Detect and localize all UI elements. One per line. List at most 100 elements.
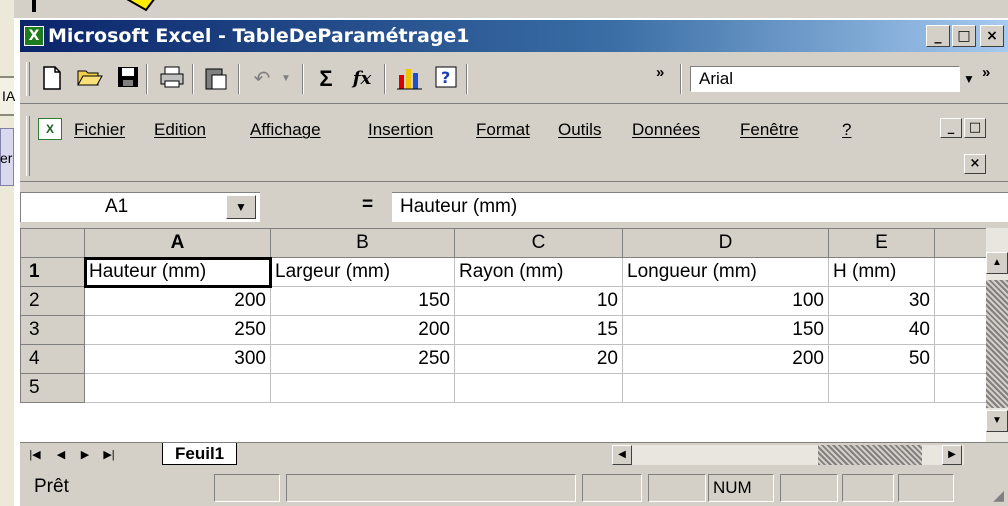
horizontal-scroll-thumb[interactable] (818, 445, 922, 465)
cell-f4[interactable] (934, 344, 987, 374)
prev-sheet-icon[interactable]: ◀ (52, 445, 70, 465)
cell-e2[interactable]: 30 (828, 286, 935, 316)
workbook-icon[interactable]: X (38, 118, 62, 140)
next-sheet-icon[interactable]: ▶ (76, 445, 94, 465)
save-icon[interactable] (114, 65, 142, 93)
cell-c3[interactable]: 15 (454, 315, 623, 345)
font-dropdown-icon[interactable]: ▼ (960, 66, 978, 92)
cell-e4[interactable]: 50 (828, 344, 935, 374)
cell-f3[interactable] (934, 315, 987, 345)
row-header[interactable]: 5 (20, 373, 85, 403)
font-name-field[interactable]: Arial (690, 66, 960, 92)
cell-f5[interactable] (934, 373, 987, 403)
toolbar-more-chevron-icon[interactable]: » (656, 64, 664, 81)
column-header-b[interactable]: B (270, 228, 455, 258)
vertical-scroll-thumb[interactable] (986, 280, 1008, 408)
cell-c1[interactable]: Rayon (mm) (454, 257, 623, 287)
row-header[interactable]: 1 (20, 257, 85, 287)
new-document-icon[interactable] (38, 65, 66, 93)
cell-b5[interactable] (270, 373, 455, 403)
toolbar-separator (302, 64, 304, 94)
maximize-button[interactable]: □ (952, 25, 976, 47)
cell-d2[interactable]: 100 (622, 286, 829, 316)
vertical-scrollbar[interactable]: ▲ ▼ (986, 228, 1008, 442)
cell-f1[interactable] (934, 257, 987, 287)
menu-edition[interactable]: Edition (154, 120, 206, 140)
column-header-d[interactable]: D (622, 228, 829, 258)
scroll-down-icon[interactable]: ▼ (986, 410, 1008, 432)
menu-affichage[interactable]: Affichage (250, 120, 321, 140)
workbook-minimize-button[interactable]: _ (940, 118, 962, 138)
cell-a2[interactable]: 200 (84, 286, 271, 316)
minimize-button[interactable]: _ (926, 25, 950, 47)
title-bar[interactable]: X Microsoft Excel - TableDeParamétrage1 … (20, 20, 1008, 52)
row-header[interactable]: 4 (20, 344, 85, 374)
cell-b3[interactable]: 200 (270, 315, 455, 345)
cell-e3[interactable]: 40 (828, 315, 935, 345)
formula-input[interactable]: Hauteur (mm) (392, 192, 1008, 222)
toolbar-grip[interactable] (26, 62, 30, 96)
cell-d4[interactable]: 200 (622, 344, 829, 374)
menu-help[interactable]: ? (842, 120, 851, 140)
cell-a3[interactable]: 250 (84, 315, 271, 345)
scroll-up-icon[interactable]: ▲ (986, 252, 1008, 274)
column-header-f[interactable] (934, 228, 987, 258)
formatting-more-chevron-icon[interactable]: » (982, 64, 990, 81)
menu-insertion[interactable]: Insertion (368, 120, 433, 140)
paste-icon[interactable] (202, 65, 230, 93)
column-header-c[interactable]: C (454, 228, 623, 258)
cell-a1[interactable]: Hauteur (mm) (83, 256, 272, 288)
first-sheet-icon[interactable]: |◀ (26, 445, 44, 465)
cell-a4[interactable]: 300 (84, 344, 271, 374)
menu-fenetre[interactable]: Fenêtre (740, 120, 799, 140)
edit-formula-button[interactable]: = (362, 194, 373, 216)
name-box-dropdown-icon[interactable]: ▼ (226, 195, 256, 219)
cell-b4[interactable]: 250 (270, 344, 455, 374)
function-icon[interactable]: fx (348, 65, 376, 93)
open-folder-icon[interactable] (76, 65, 104, 93)
cell-d5[interactable] (622, 373, 829, 403)
last-sheet-icon[interactable]: ▶| (100, 445, 118, 465)
cell-b1[interactable]: Largeur (mm) (270, 257, 455, 287)
row-header[interactable]: 3 (20, 315, 85, 345)
tab-feuil1[interactable]: Feuil1 (162, 443, 238, 465)
status-text: Prêt (34, 476, 69, 497)
cell-f2[interactable] (934, 286, 987, 316)
window-title: Microsoft Excel - TableDeParamétrage1 (48, 25, 470, 47)
menu-outils[interactable]: Outils (558, 120, 601, 140)
close-button[interactable]: × (980, 25, 1004, 47)
menu-donnees[interactable]: Données (632, 120, 700, 140)
menu-grip[interactable] (26, 116, 30, 176)
excel-app-icon[interactable]: X (24, 26, 44, 46)
chart-wizard-icon[interactable] (396, 65, 424, 93)
cell-b2[interactable]: 150 (270, 286, 455, 316)
column-header-e[interactable]: E (828, 228, 935, 258)
name-box[interactable]: A1 (20, 192, 260, 222)
formula-bar: A1 ▼ = Hauteur (mm) (20, 184, 1008, 228)
autosum-icon[interactable]: Σ (312, 65, 340, 93)
cell-c2[interactable]: 10 (454, 286, 623, 316)
cell-e1[interactable]: H (mm) (828, 257, 935, 287)
toolbar-separator (680, 64, 682, 94)
print-icon[interactable] (158, 65, 186, 93)
cell-c4[interactable]: 20 (454, 344, 623, 374)
resize-grip-icon[interactable]: ◢ (993, 487, 1004, 504)
help-icon[interactable]: ? (432, 65, 460, 93)
horizontal-scrollbar[interactable]: ◀ ▶ (612, 445, 964, 465)
num-lock-indicator: NUM (708, 474, 774, 502)
scroll-right-icon[interactable]: ▶ (942, 445, 962, 465)
column-header-a[interactable]: A (84, 228, 271, 258)
cell-e5[interactable] (828, 373, 935, 403)
undo-dropdown-icon[interactable]: ▼ (272, 65, 300, 93)
cell-a5[interactable] (84, 373, 271, 403)
cell-d1[interactable]: Longueur (mm) (622, 257, 829, 287)
row-header[interactable]: 2 (20, 286, 85, 316)
menu-format[interactable]: Format (476, 120, 530, 140)
cell-c5[interactable] (454, 373, 623, 403)
workbook-close-button[interactable]: × (964, 154, 986, 174)
workbook-restore-button[interactable]: □ (964, 118, 986, 138)
select-all-corner[interactable] (20, 228, 85, 258)
scroll-left-icon[interactable]: ◀ (612, 445, 632, 465)
menu-fichier[interactable]: Fichier (74, 120, 125, 140)
cell-d3[interactable]: 150 (622, 315, 829, 345)
